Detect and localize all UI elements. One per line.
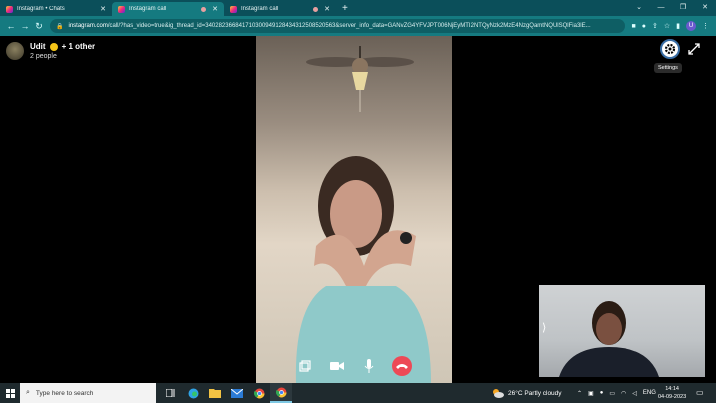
minimize-icon[interactable]: — <box>650 0 672 16</box>
gallery-icon <box>299 359 311 372</box>
mute-button[interactable] <box>360 357 378 375</box>
url-host: instagram.com <box>68 23 108 29</box>
windows-logo-icon <box>5 388 15 398</box>
file-explorer-button[interactable] <box>204 383 226 403</box>
share-icon[interactable]: ⇪ <box>652 22 658 30</box>
instagram-icon <box>118 5 125 13</box>
search-icon: ⌕ <box>26 389 30 396</box>
remote-participant <box>295 156 431 383</box>
system-tray: ⌃ ▣ ● ▭ ◠ ◁ ENG <box>574 383 659 403</box>
wifi-icon[interactable]: ◠ <box>621 390 626 397</box>
video-camera-icon <box>330 361 344 370</box>
mail-icon <box>231 388 243 398</box>
lock-icon[interactable]: 🔒 <box>56 23 63 30</box>
instagram-icon <box>230 5 237 13</box>
folder-icon <box>209 389 221 398</box>
clock-time: 14:14 <box>665 386 679 392</box>
profile-avatar[interactable]: U <box>686 21 696 31</box>
notification-icon[interactable]: ▭ <box>696 388 704 397</box>
camera-in-use-icon[interactable]: ■ <box>632 23 636 30</box>
tab-title: Instagram • Chats <box>17 6 65 12</box>
menu-kebab-icon[interactable]: ⋮ <box>702 22 709 30</box>
self-view-video[interactable]: ⟩ <box>539 285 705 377</box>
settings-tooltip: Settings <box>654 63 682 73</box>
chrome-button[interactable] <box>248 383 270 403</box>
close-window-icon[interactable]: ✕ <box>694 0 716 16</box>
ceiling-fan-icon <box>306 46 414 112</box>
tab-strip: Instagram • Chats ✕ Instagram call ✕ Ins… <box>0 0 716 16</box>
task-view-icon <box>166 389 175 397</box>
partly-cloudy-icon <box>493 389 504 398</box>
emoji-badge-icon <box>49 42 58 51</box>
bookmark-star-icon[interactable]: ☆ <box>664 22 670 30</box>
forward-icon[interactable]: → <box>18 21 32 31</box>
tab-search-icon[interactable]: ⌄ <box>628 0 650 16</box>
sidebar-icon[interactable]: ▮ <box>676 22 680 30</box>
call-stage: Udit + 1 other 2 people Settings ⟩ <box>0 36 716 383</box>
edge-button[interactable] <box>182 383 204 403</box>
phone-hangup-icon <box>396 363 408 369</box>
gear-icon <box>664 43 676 55</box>
tab-instagram-call[interactable]: Instagram call ✕ <box>224 2 336 16</box>
edge-icon <box>188 388 198 398</box>
tab-instagram-call-active[interactable]: Instagram call ✕ <box>112 2 224 16</box>
call-participants: Udit + 1 other <box>30 42 95 51</box>
url-path: /call/?has_video=true&ig_thread_id=34028… <box>107 23 591 29</box>
chrome-icon <box>275 387 286 397</box>
new-tab-button[interactable]: + <box>336 2 354 16</box>
search-placeholder: Type here to search <box>35 389 94 397</box>
recording-icon <box>201 6 207 12</box>
instagram-icon <box>6 5 13 13</box>
switch-view-button[interactable] <box>296 357 314 375</box>
participant-count: 2 people <box>30 53 57 60</box>
restore-icon[interactable]: ❐ <box>672 0 694 16</box>
taskbar-search-box[interactable]: ⌕ Type here to search <box>20 383 156 403</box>
browser-toolbar: ■ ● ⇪ ☆ ▮ U ⋮ <box>629 21 712 31</box>
close-tab-icon[interactable]: ✕ <box>324 5 330 13</box>
participant-name: Udit <box>30 42 46 51</box>
back-icon[interactable]: ← <box>4 21 18 31</box>
chevron-up-icon[interactable]: ⌃ <box>577 390 582 397</box>
language-indicator[interactable]: ENG <box>643 390 656 396</box>
weather-text: 26°C Partly cloudy <box>508 389 562 397</box>
weather-widget[interactable]: 26°C Partly cloudy <box>492 383 562 403</box>
settings-button[interactable] <box>660 39 680 59</box>
pinned-apps <box>160 383 292 403</box>
self-view-participant <box>559 301 659 377</box>
battery-icon[interactable]: ▭ <box>609 390 615 397</box>
volume-icon[interactable]: ◁ <box>632 390 637 397</box>
tab-title: Instagram call <box>129 6 167 12</box>
fullscreen-icon[interactable] <box>688 43 700 55</box>
reload-icon[interactable]: ↻ <box>32 21 46 32</box>
start-button[interactable] <box>0 383 20 403</box>
camera-tray-icon[interactable]: ▣ <box>588 390 594 397</box>
url-field[interactable]: 🔒 instagram.com /call/?has_video=true&ig… <box>50 19 625 33</box>
call-header: Udit + 1 other 2 people <box>6 42 95 60</box>
chevron-right-icon[interactable]: ⟩ <box>542 321 546 334</box>
other-participants: + 1 other <box>61 42 96 51</box>
close-tab-icon[interactable]: ✕ <box>100 5 106 13</box>
address-bar-row: ← → ↻ 🔒 instagram.com /call/?has_video=t… <box>0 16 716 36</box>
microphone-tray-icon[interactable]: ● <box>600 390 604 396</box>
chrome-active-button[interactable] <box>270 383 292 403</box>
window-controls: ⌄ — ❐ ✕ <box>628 0 716 16</box>
end-call-button[interactable] <box>392 355 412 376</box>
close-tab-icon[interactable]: ✕ <box>212 5 218 13</box>
call-controls <box>256 348 452 383</box>
tab-title: Instagram call <box>241 6 279 12</box>
remote-video <box>256 36 452 383</box>
microphone-icon <box>364 358 374 373</box>
task-view-button[interactable] <box>160 383 182 403</box>
camera-toggle-button[interactable] <box>328 357 346 375</box>
chrome-icon <box>253 388 264 398</box>
tab-instagram-chats[interactable]: Instagram • Chats ✕ <box>0 2 112 16</box>
avatar[interactable] <box>6 42 24 60</box>
recording-icon <box>313 6 319 12</box>
clock[interactable]: 14:14 04-09-2023 <box>658 385 686 401</box>
microphone-in-use-icon[interactable]: ● <box>642 23 646 30</box>
mail-button[interactable] <box>226 383 248 403</box>
clock-date: 04-09-2023 <box>658 394 687 400</box>
